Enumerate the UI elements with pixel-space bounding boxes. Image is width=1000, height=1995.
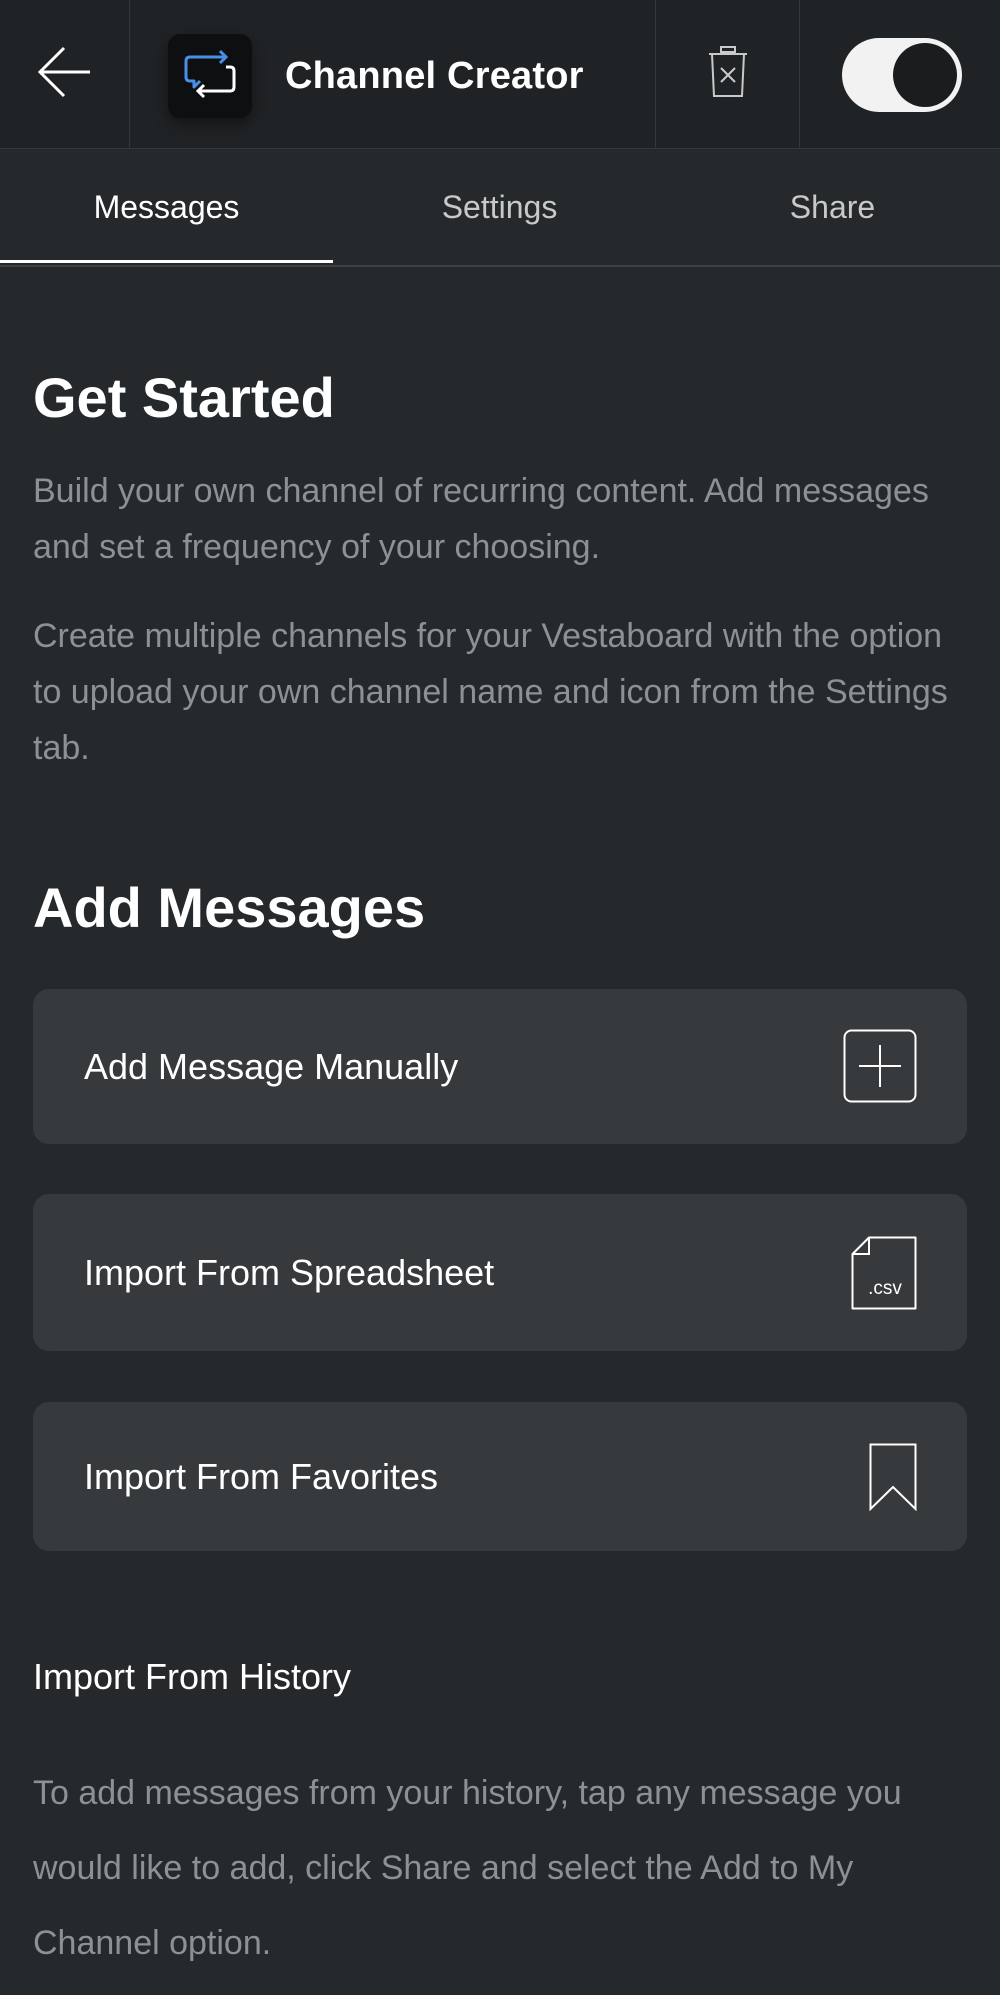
back-arrow-icon <box>37 44 93 105</box>
toggle-knob <box>893 43 957 107</box>
trash-icon <box>707 46 749 103</box>
delete-channel-button[interactable] <box>656 0 799 149</box>
tab-bar: Messages Settings Share <box>0 149 1000 267</box>
tab-label: Share <box>789 188 876 225</box>
tab-messages[interactable]: Messages <box>0 149 333 265</box>
page-title: Channel Creator <box>285 55 584 97</box>
tab-settings[interactable]: Settings <box>333 149 666 265</box>
import-spreadsheet-button[interactable]: Import From Spreadsheet .csv <box>33 1194 967 1351</box>
header-divider <box>129 0 130 149</box>
header-divider <box>799 0 800 149</box>
history-description: To add messages from your history, tap a… <box>33 1774 902 1962</box>
add-message-manually-button[interactable]: Add Message Manually <box>33 989 967 1144</box>
repeat-message-icon <box>182 49 238 104</box>
back-button[interactable] <box>0 0 129 149</box>
import-favorites-button[interactable]: Import From Favorites <box>33 1402 967 1551</box>
card-label: Add Message Manually <box>84 1046 459 1087</box>
svg-text:.csv: .csv <box>868 1278 902 1299</box>
tab-share[interactable]: Share <box>666 149 999 265</box>
multi-channel-paragraph: Create multiple channels for your Vestab… <box>33 617 948 767</box>
channel-avatar <box>168 34 252 118</box>
channel-enabled-toggle[interactable] <box>842 38 962 112</box>
get-started-heading: Get Started <box>33 366 335 429</box>
intro-paragraph: Build your own channel of recurring cont… <box>33 472 929 566</box>
import-history-heading: Import From History <box>33 1656 352 1697</box>
app-header: Channel Creator <box>0 0 1000 149</box>
plus-square-icon <box>843 1029 917 1108</box>
add-messages-heading: Add Messages <box>33 876 426 939</box>
card-label: Import From Spreadsheet <box>84 1252 495 1293</box>
card-label: Import From Favorites <box>84 1456 439 1497</box>
csv-file-icon: .csv <box>851 1236 917 1315</box>
active-tab-indicator <box>0 260 333 263</box>
bookmark-icon <box>869 1443 917 1516</box>
tab-label: Settings <box>441 188 558 225</box>
tab-label: Messages <box>93 188 240 225</box>
